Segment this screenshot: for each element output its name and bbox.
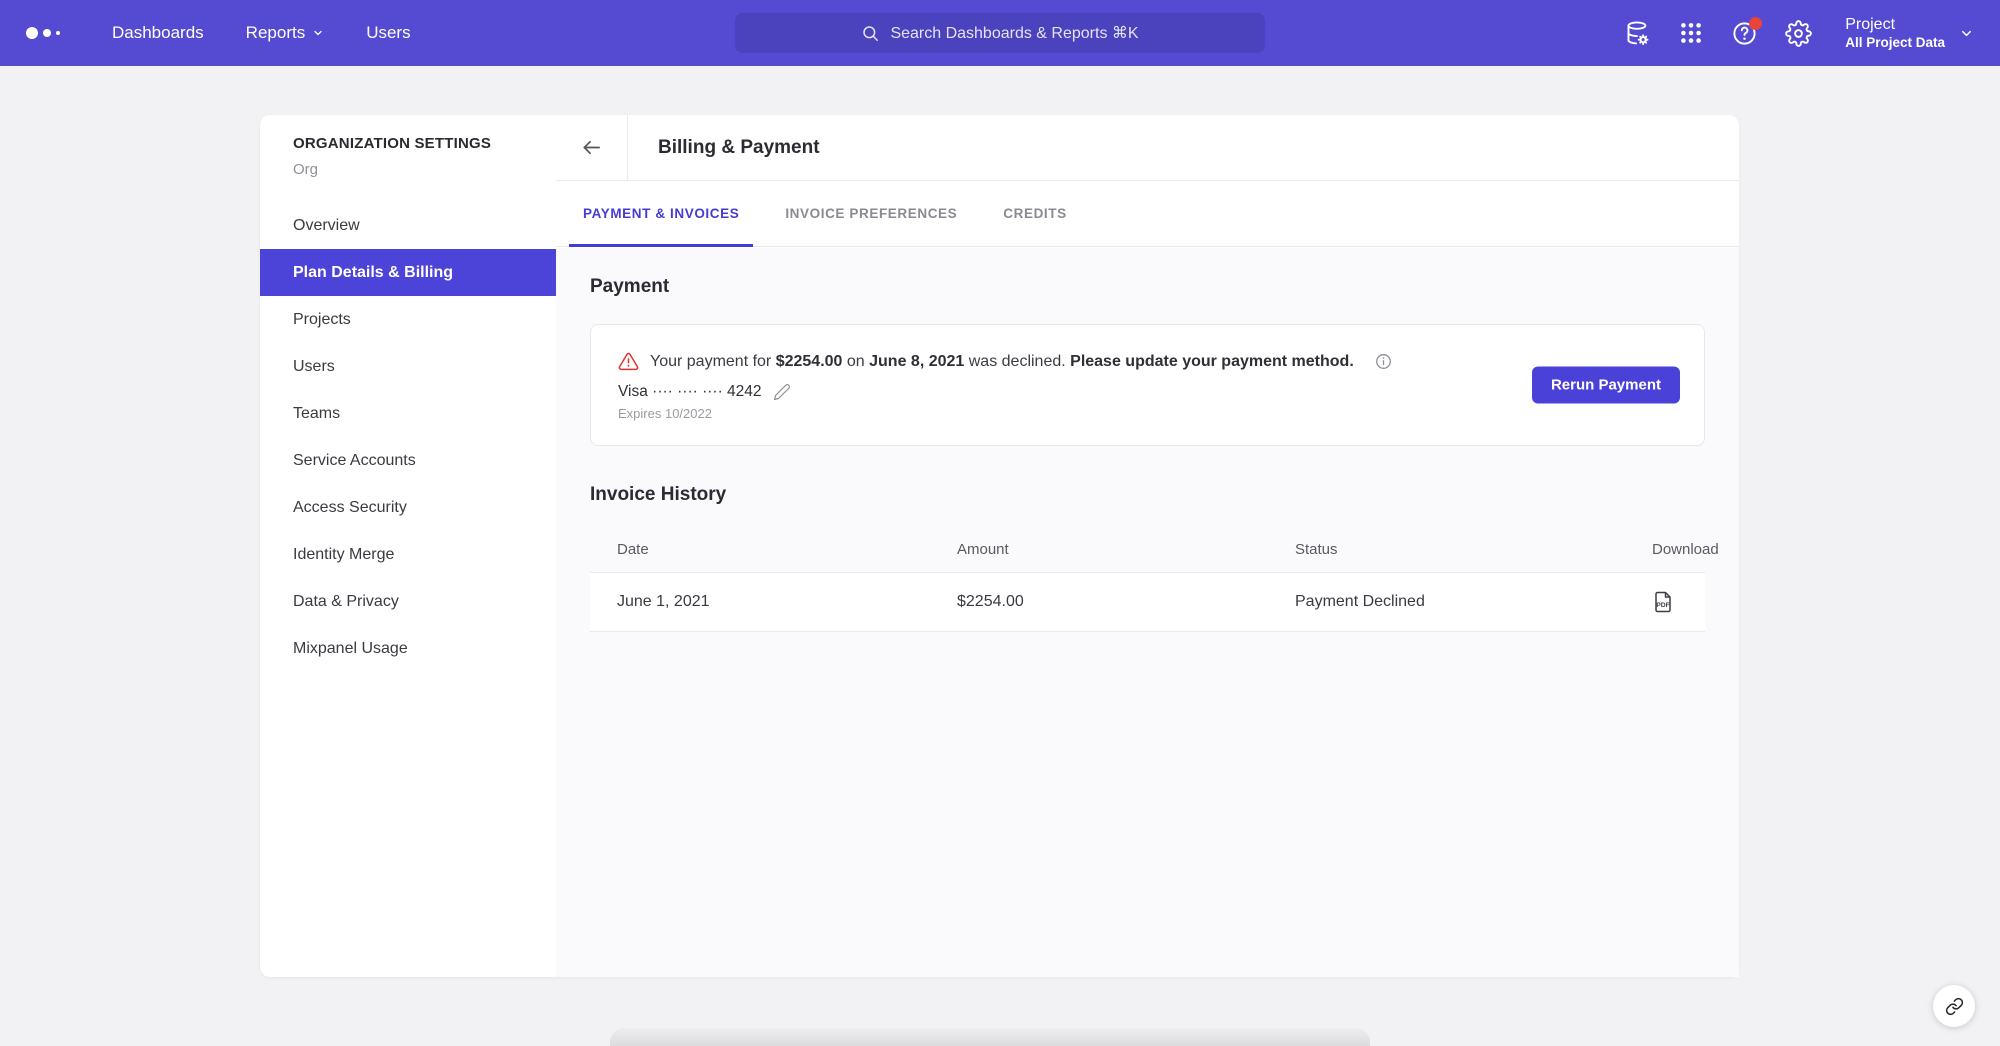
sidebar-section-title: ORGANIZATION SETTINGS — [260, 135, 556, 152]
tab-label: CREDITS — [1003, 206, 1066, 221]
svg-text:PDF: PDF — [1656, 602, 1670, 609]
sidebar-item-mixpanel-usage[interactable]: Mixpanel Usage — [260, 625, 556, 672]
warning-text-segment: Your payment for — [650, 353, 776, 370]
sidebar-item-label: Users — [293, 358, 335, 376]
sidebar-item-access-security[interactable]: Access Security — [260, 484, 556, 531]
sidebar-item-plan-details-billing[interactable]: Plan Details & Billing — [260, 249, 556, 296]
nav-item-label: Users — [366, 23, 410, 43]
sidebar-item-label: Access Security — [293, 499, 407, 517]
link-icon — [1945, 997, 1964, 1016]
org-name: Org — [260, 161, 556, 178]
card-on-file: Visa ···· ···· ···· 4242 — [618, 383, 1677, 401]
payment-section-heading: Payment — [590, 276, 1705, 298]
column-header-download: Download — [1652, 541, 1723, 558]
warning-triangle-icon — [618, 351, 639, 372]
search-icon — [861, 24, 880, 43]
project-selector-label: Project — [1845, 15, 1945, 35]
nav-item-users[interactable]: Users — [366, 23, 410, 43]
copy-link-button[interactable] — [1933, 985, 1975, 1027]
sidebar-item-label: Overview — [293, 217, 360, 235]
invoice-date: June 1, 2021 — [590, 593, 957, 611]
card-expiry-text: Expires 10/2022 — [618, 406, 1677, 421]
settings-gear-icon[interactable] — [1785, 20, 1812, 47]
tab-credits[interactable]: CREDITS — [989, 181, 1080, 246]
tab-label: PAYMENT & INVOICES — [583, 206, 739, 221]
sidebar-item-data-privacy[interactable]: Data & Privacy — [260, 578, 556, 625]
nav-item-label: Dashboards — [112, 23, 204, 43]
warning-message: Your payment for $2254.00 on June 8, 202… — [650, 353, 1354, 371]
tab-content: Payment Your payment for $2254.00 on Jun… — [556, 248, 1739, 977]
sidebar-item-label: Teams — [293, 405, 340, 423]
nav-item-label: Reports — [246, 23, 306, 43]
help-icon[interactable] — [1731, 20, 1758, 47]
mixpanel-logo-icon[interactable] — [26, 27, 74, 39]
invoice-row: June 1, 2021 $2254.00 Payment Declined P… — [590, 572, 1705, 632]
sidebar-item-label: Plan Details & Billing — [293, 264, 453, 282]
info-icon[interactable] — [1374, 352, 1393, 371]
payment-method-card: Your payment for $2254.00 on June 8, 202… — [590, 324, 1705, 446]
sidebar-item-service-accounts[interactable]: Service Accounts — [260, 437, 556, 484]
notification-badge — [1749, 17, 1762, 30]
invoice-table-header: Date Amount Status Download — [590, 526, 1705, 572]
chevron-down-icon — [1959, 26, 1974, 41]
organization-settings-panel: ORGANIZATION SETTINGS Org Overview Plan … — [260, 115, 1739, 977]
search-placeholder: Search Dashboards & Reports ⌘K — [890, 23, 1138, 43]
settings-main-pane: Billing & Payment PAYMENT & INVOICES INV… — [556, 115, 1739, 977]
sidebar-item-overview[interactable]: Overview — [260, 202, 556, 249]
warning-cta-text: Please update your payment method. — [1070, 353, 1354, 370]
settings-sidebar: ORGANIZATION SETTINGS Org Overview Plan … — [260, 115, 556, 977]
tab-invoice-preferences[interactable]: INVOICE PREFERENCES — [771, 181, 971, 246]
sidebar-item-label: Data & Privacy — [293, 593, 399, 611]
column-header-amount: Amount — [957, 541, 1295, 558]
back-button[interactable] — [556, 115, 628, 180]
sidebar-item-identity-merge[interactable]: Identity Merge — [260, 531, 556, 578]
declined-amount: $2254.00 — [776, 353, 843, 370]
project-selector-value: All Project Data — [1845, 35, 1945, 52]
bottom-sheet-edge — [610, 1028, 1370, 1046]
tab-payment-invoices[interactable]: PAYMENT & INVOICES — [569, 181, 753, 246]
tab-label: INVOICE PREFERENCES — [785, 206, 957, 221]
page-header: Billing & Payment — [556, 115, 1739, 181]
warning-text-segment: was declined. — [964, 353, 1070, 370]
nav-item-dashboards[interactable]: Dashboards — [112, 23, 204, 43]
warning-text-segment: on — [842, 353, 869, 370]
sidebar-item-projects[interactable]: Projects — [260, 296, 556, 343]
nav-item-reports[interactable]: Reports — [246, 23, 325, 43]
page-title: Billing & Payment — [628, 115, 820, 180]
tab-bar: PAYMENT & INVOICES INVOICE PREFERENCES C… — [556, 181, 1739, 247]
invoice-status: Payment Declined — [1295, 593, 1652, 611]
chevron-down-icon — [312, 27, 324, 39]
sidebar-nav-list: Overview Plan Details & Billing Projects… — [260, 202, 556, 672]
pdf-file-icon[interactable]: PDF — [1652, 590, 1674, 614]
column-header-status: Status — [1295, 541, 1652, 558]
sidebar-item-label: Service Accounts — [293, 452, 416, 470]
declined-date: June 8, 2021 — [869, 353, 964, 370]
data-management-icon[interactable] — [1624, 20, 1651, 47]
top-navbar: Dashboards Reports Users Search Dashboar… — [0, 0, 2000, 66]
sidebar-item-label: Projects — [293, 311, 351, 329]
sidebar-item-label: Mixpanel Usage — [293, 640, 408, 658]
payment-declined-warning: Your payment for $2254.00 on June 8, 202… — [618, 351, 1677, 372]
card-number-text: Visa ···· ···· ···· 4242 — [618, 383, 762, 401]
invoice-history-heading: Invoice History — [590, 484, 1705, 506]
invoice-table: Date Amount Status Download June 1, 2021… — [590, 526, 1705, 632]
invoice-amount: $2254.00 — [957, 593, 1295, 611]
rerun-payment-button[interactable]: Rerun Payment — [1532, 367, 1680, 404]
column-header-date: Date — [590, 541, 957, 558]
project-selector[interactable]: Project All Project Data — [1845, 15, 1974, 52]
sidebar-item-label: Identity Merge — [293, 546, 394, 564]
sidebar-item-teams[interactable]: Teams — [260, 390, 556, 437]
navbar-actions: Project All Project Data — [1624, 0, 1974, 66]
global-search-input[interactable]: Search Dashboards & Reports ⌘K — [735, 13, 1265, 53]
apps-grid-icon[interactable] — [1678, 20, 1704, 46]
edit-pencil-icon[interactable] — [773, 383, 791, 401]
nav-links: Dashboards Reports Users — [112, 23, 411, 43]
sidebar-item-users[interactable]: Users — [260, 343, 556, 390]
